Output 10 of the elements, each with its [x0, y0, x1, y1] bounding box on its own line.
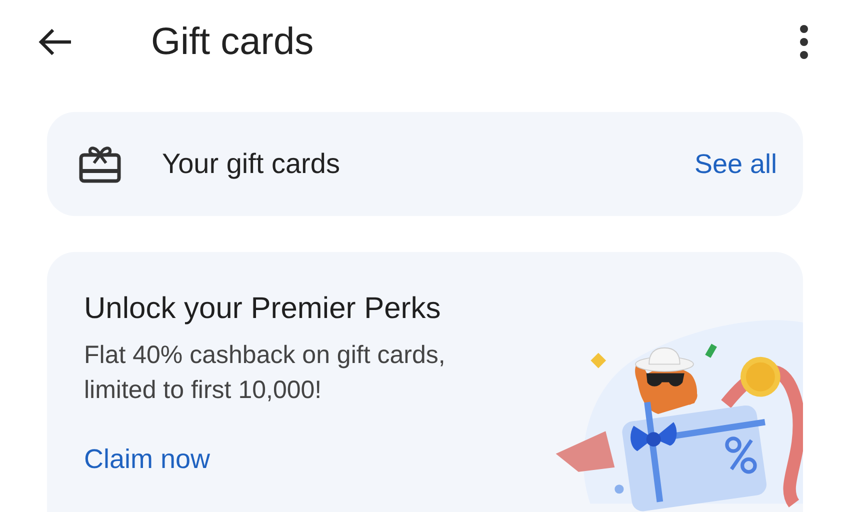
claim-now-link[interactable]: Claim now [84, 444, 210, 475]
gift-card-icon [78, 144, 122, 184]
promo-title: Unlock your Premier Perks [84, 292, 441, 326]
see-all-link[interactable]: See all [694, 148, 777, 180]
screen-title: Gift cards [151, 20, 315, 64]
more-options-button[interactable] [799, 24, 809, 60]
promo-description: Flat 40% cashback on gift cards, limited to first 10,000! [84, 340, 446, 406]
your-gift-cards-label: Your gift cards [162, 148, 341, 180]
back-button[interactable] [37, 27, 73, 57]
gift-cards-card[interactable]: Your gift cards See all [47, 112, 803, 216]
